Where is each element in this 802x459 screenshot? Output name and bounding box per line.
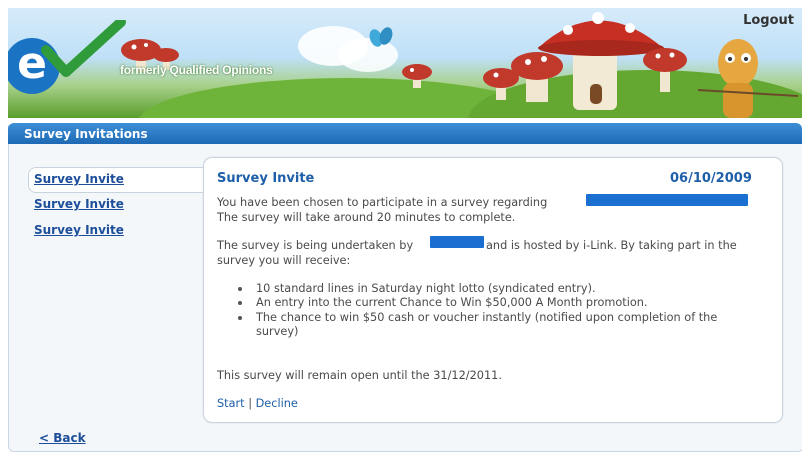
mushroom-icon — [643, 48, 687, 92]
sidebar-item-survey-invite[interactable]: Survey Invite — [34, 197, 124, 211]
invite-actions: Start | Decline — [217, 396, 298, 411]
header-banner: e formerly Qualified Opinions Logout — [8, 8, 802, 118]
redaction-block — [430, 236, 484, 248]
invite-text-line: The survey is being undertaken by — [217, 239, 414, 252]
invite-text-line: and is hosted by i-Link. By taking part … — [486, 239, 737, 252]
invite-open-until: This survey will remain open until the 3… — [217, 369, 502, 382]
section-title: Survey Invitations — [8, 123, 802, 144]
invite-title: Survey Invite — [217, 171, 315, 186]
bullet-icon — [238, 301, 242, 305]
butterfly-icon — [369, 27, 393, 47]
bullet-icon — [238, 316, 242, 320]
start-link[interactable]: Start — [217, 397, 245, 410]
invite-text-line: The survey will take around 20 minutes t… — [217, 211, 516, 224]
invite-text-line: You have been chosen to participate in a… — [217, 196, 548, 209]
bullet-icon — [238, 287, 242, 291]
action-separator: | — [248, 397, 253, 410]
benefit-item: survey) — [256, 325, 299, 338]
tagline: formerly Qualified Opinions — [120, 63, 273, 77]
benefit-item: The chance to win $50 cash or voucher in… — [256, 311, 718, 324]
redaction-block — [586, 194, 748, 206]
mushroom-icon — [402, 64, 432, 88]
back-link[interactable]: < Back — [39, 431, 86, 445]
sidebar-item-survey-invite[interactable]: Survey Invite — [34, 223, 124, 237]
benefit-item: An entry into the current Chance to Win … — [256, 296, 648, 309]
benefit-item: 10 standard lines in Saturday night lott… — [256, 282, 596, 295]
sidebar-item-survey-invite[interactable]: Survey Invite — [34, 172, 124, 186]
mushroom-icon — [483, 68, 519, 100]
mascot-character-icon — [697, 39, 799, 118]
invite-text-line: survey you will receive: — [217, 254, 351, 267]
decline-link[interactable]: Decline — [256, 397, 298, 410]
checkmark-logo-icon — [41, 20, 126, 77]
logout-link[interactable]: Logout — [743, 13, 794, 28]
invite-date: 06/10/2009 — [670, 171, 752, 186]
